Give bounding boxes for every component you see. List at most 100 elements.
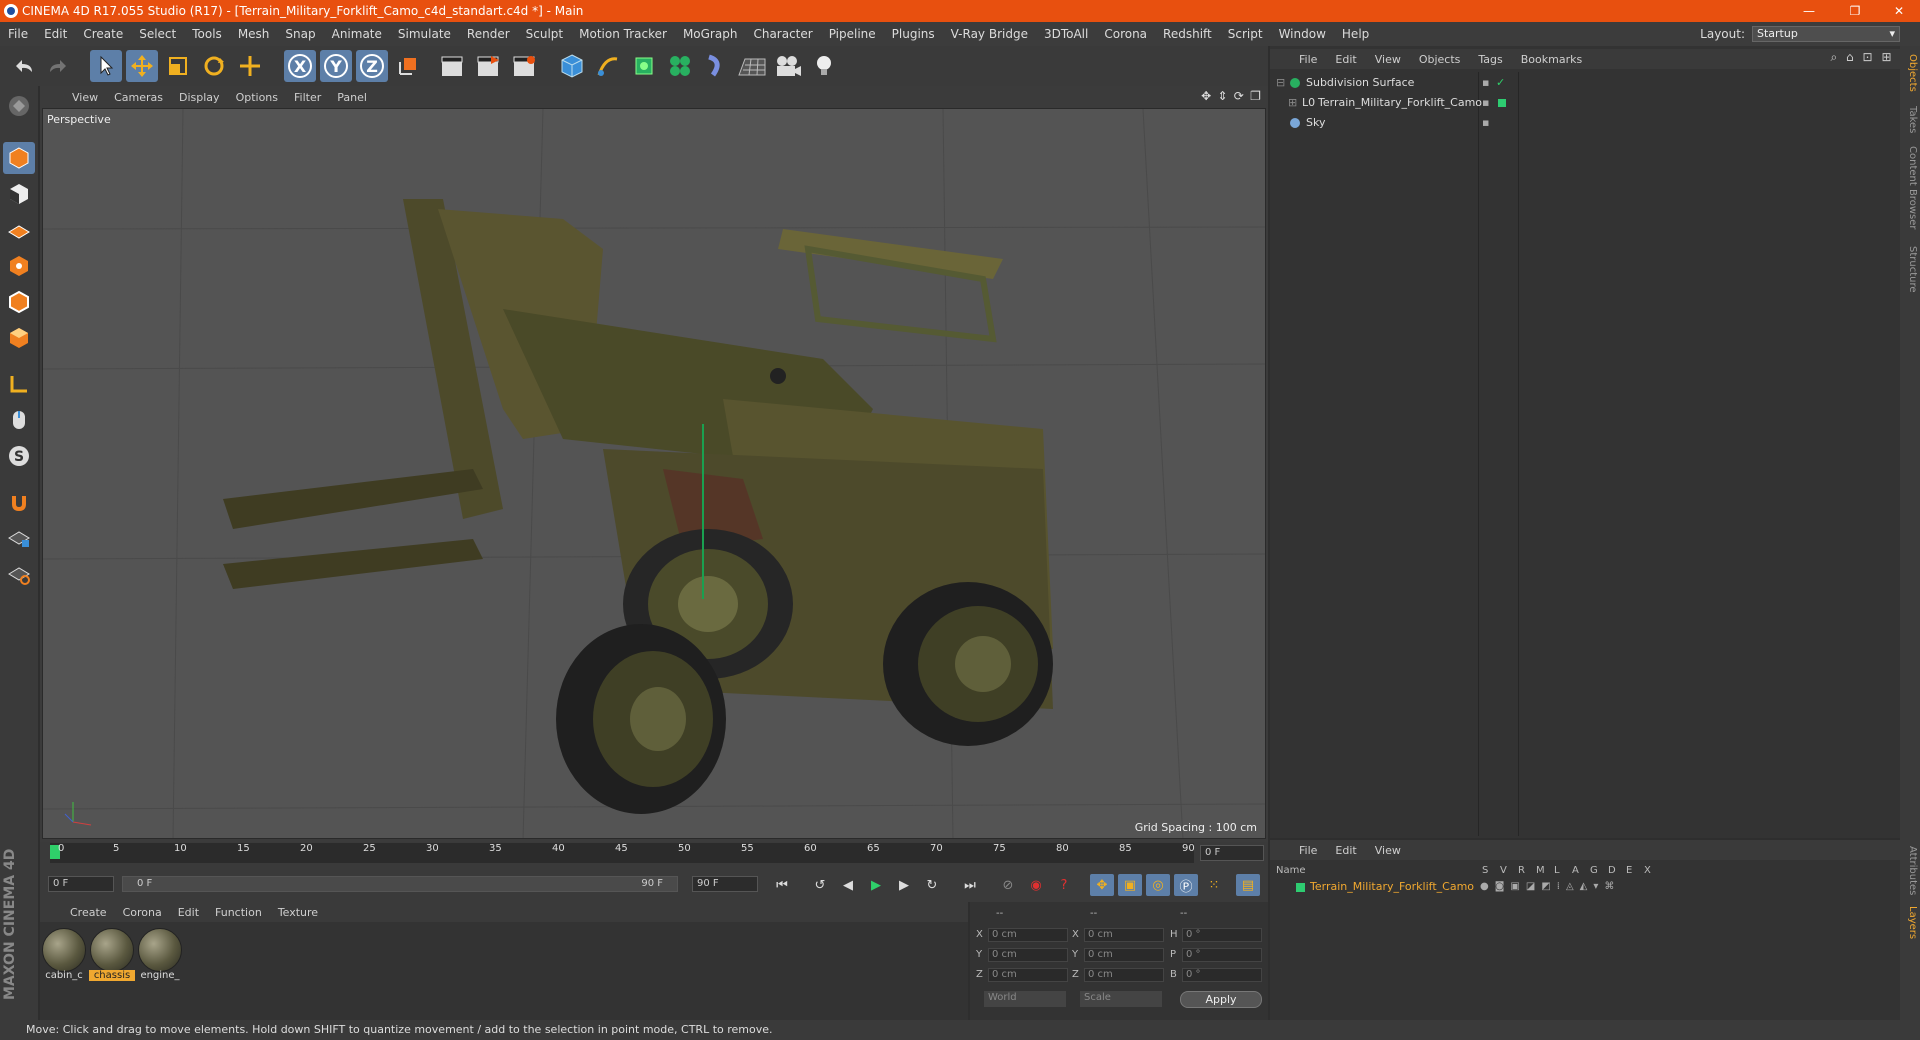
menu-script[interactable]: Script — [1220, 27, 1271, 41]
make-editable-button[interactable] — [3, 90, 35, 122]
menu-render[interactable]: Render — [459, 27, 518, 41]
menu-motion-tracker[interactable]: Motion Tracker — [571, 27, 675, 41]
light-button[interactable] — [808, 50, 840, 82]
material-swatch-engine[interactable] — [138, 928, 182, 972]
key-scale-button[interactable]: ▣ — [1118, 874, 1142, 896]
floor-button[interactable] — [736, 50, 768, 82]
side-tab-structure[interactable]: Structure — [1902, 246, 1918, 293]
menu-animate[interactable]: Animate — [324, 27, 390, 41]
deformer-button[interactable] — [700, 50, 732, 82]
expand-icon[interactable]: ⊞ — [1881, 50, 1891, 66]
object-row-sky[interactable]: Sky ▪ — [1272, 114, 1898, 132]
keyframe-selection-button[interactable]: ? — [1052, 874, 1076, 896]
menu-tools[interactable]: Tools — [184, 27, 230, 41]
camera-button[interactable] — [772, 50, 804, 82]
visibility-dots-icon[interactable]: ▪ — [1482, 94, 1489, 112]
prev-frame-button[interactable]: ◀ — [836, 874, 860, 896]
rotate-tool-button[interactable] — [198, 50, 230, 82]
om-menu-edit[interactable]: Edit — [1326, 53, 1365, 66]
rotation-p-field[interactable]: 0 ° — [1182, 948, 1262, 962]
transform-tool-button[interactable] — [234, 50, 266, 82]
key-rotation-button[interactable]: ◎ — [1146, 874, 1170, 896]
om-menu-objects[interactable]: Objects — [1410, 53, 1470, 66]
vp-menu-cameras[interactable]: Cameras — [106, 91, 171, 104]
menu-create[interactable]: Create — [75, 27, 131, 41]
menu-mograph[interactable]: MoGraph — [675, 27, 746, 41]
texture-mode-button[interactable] — [3, 178, 35, 210]
visibility-dots-icon[interactable]: ▪ — [1482, 114, 1489, 132]
prev-keyframe-button[interactable]: ↺ — [808, 874, 832, 896]
axis-mode-button[interactable] — [3, 368, 35, 400]
menu-select[interactable]: Select — [131, 27, 184, 41]
record-keys-button[interactable]: ⊘ — [996, 874, 1020, 896]
apply-button[interactable]: Apply — [1180, 991, 1262, 1008]
material-swatch-chassis[interactable] — [90, 928, 134, 972]
mat-menu-corona[interactable]: Corona — [115, 906, 170, 919]
side-tab-content-browser[interactable]: Content Browser — [1902, 146, 1918, 229]
minimize-button[interactable]: — — [1786, 0, 1832, 22]
next-keyframe-button[interactable]: ↻ — [920, 874, 944, 896]
pan-icon[interactable]: ✥ — [1201, 89, 1211, 105]
material-swatch-cabin[interactable] — [42, 928, 86, 972]
live-selection-button[interactable] — [90, 50, 122, 82]
y-axis-button[interactable]: Y — [320, 50, 352, 82]
layer-menu-edit[interactable]: Edit — [1326, 844, 1365, 857]
snap-button[interactable]: S — [3, 440, 35, 472]
spline-pen-button[interactable] — [592, 50, 624, 82]
menu-sculpt[interactable]: Sculpt — [518, 27, 571, 41]
undo-button[interactable] — [8, 50, 40, 82]
coordinate-system-button[interactable] — [392, 50, 424, 82]
goto-end-button[interactable]: ⏭ — [958, 874, 982, 896]
collapse-icon[interactable]: ⊟ — [1276, 74, 1285, 92]
layer-flags-icons[interactable]: ●◙▣◪◩⁞◬◭▾⌘ — [1480, 878, 1620, 896]
menu-character[interactable]: Character — [745, 27, 820, 41]
visibility-dots-icon[interactable]: ▪ — [1482, 74, 1489, 92]
position-y-field[interactable]: 0 cm — [988, 948, 1068, 962]
position-z-field[interactable]: 0 cm — [988, 968, 1068, 982]
dolly-icon[interactable]: ⇕ — [1217, 89, 1227, 105]
render-to-picture-viewer-button[interactable] — [472, 50, 504, 82]
menu-mesh[interactable]: Mesh — [230, 27, 278, 41]
locked-workplane-button[interactable] — [3, 522, 35, 554]
cloner-button[interactable] — [664, 50, 696, 82]
side-tab-objects[interactable]: Objects — [1902, 54, 1918, 92]
enabled-check-icon[interactable]: ✓ — [1496, 74, 1505, 92]
scale-tool-button[interactable] — [162, 50, 194, 82]
menu-plugins[interactable]: Plugins — [884, 27, 943, 41]
menu-redshift[interactable]: Redshift — [1155, 27, 1220, 41]
menu-simulate[interactable]: Simulate — [390, 27, 459, 41]
rotation-b-field[interactable]: 0 ° — [1182, 968, 1262, 982]
redo-button[interactable] — [42, 50, 74, 82]
key-position-button[interactable]: ✥ — [1090, 874, 1114, 896]
menu-help[interactable]: Help — [1334, 27, 1377, 41]
menu-edit[interactable]: Edit — [36, 27, 75, 41]
planar-workplane-button[interactable] — [3, 558, 35, 590]
auto-key-button[interactable]: ◉ — [1024, 874, 1048, 896]
size-x-field[interactable]: 0 cm — [1084, 928, 1164, 942]
cube-object-button[interactable] — [556, 50, 588, 82]
config-icon[interactable]: ⊡ — [1863, 50, 1873, 66]
end-frame-field[interactable]: 90 F — [692, 876, 758, 892]
om-menu-tags[interactable]: Tags — [1469, 53, 1511, 66]
goto-start-button[interactable]: ⏮ — [770, 874, 794, 896]
rotation-h-field[interactable]: 0 ° — [1182, 928, 1262, 942]
side-tab-takes[interactable]: Takes — [1902, 106, 1918, 133]
size-y-field[interactable]: 0 cm — [1084, 948, 1164, 962]
menu-window[interactable]: Window — [1271, 27, 1334, 41]
mat-menu-create[interactable]: Create — [62, 906, 115, 919]
om-menu-file[interactable]: File — [1290, 53, 1326, 66]
menu-file[interactable]: File — [0, 27, 36, 41]
maximize-view-icon[interactable]: ❐ — [1250, 89, 1261, 105]
model-mode-button[interactable] — [3, 142, 35, 174]
start-frame-field[interactable]: 0 F — [48, 876, 114, 892]
x-axis-button[interactable]: X — [284, 50, 316, 82]
perspective-viewport[interactable]: Perspective Grid Spacing : 100 cm — [42, 108, 1266, 839]
vp-menu-panel[interactable]: Panel — [329, 91, 375, 104]
render-view-button[interactable] — [436, 50, 468, 82]
key-pla-button[interactable]: ⁙ — [1202, 874, 1226, 896]
menu-pipeline[interactable]: Pipeline — [821, 27, 884, 41]
render-settings-button[interactable] — [508, 50, 540, 82]
mat-menu-texture[interactable]: Texture — [270, 906, 326, 919]
tweak-mode-button[interactable] — [3, 404, 35, 436]
timeline-window-button[interactable]: ▤ — [1236, 874, 1260, 896]
